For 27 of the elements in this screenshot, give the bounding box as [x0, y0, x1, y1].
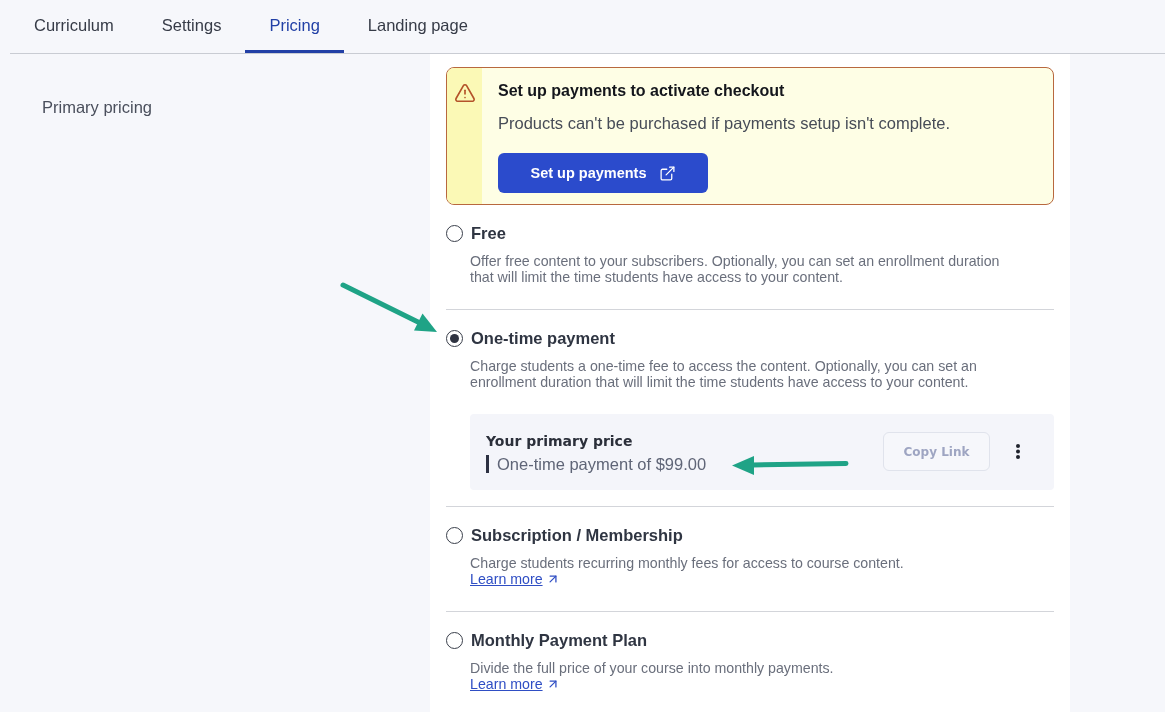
option-description: Offer free content to your subscribers. Optionally, you can set an enrollment duration that will limit the time students have access to your content.: [470, 253, 1001, 285]
section-label: Primary pricing: [42, 98, 153, 116]
radio-button[interactable]: [446, 329, 463, 347]
option-description: Charge students a one-time fee to access the content. Optionally, you can set an enrollment duration that will limit the time students have access to your content.: [470, 358, 978, 390]
option-label: Monthly Payment Plan: [471, 630, 648, 651]
option-description: Divide the full price of your course into monthly payments.: [470, 660, 834, 676]
radio-button[interactable]: [446, 224, 463, 242]
option-description: Charge students recurring monthly fees for access to course content.: [470, 555, 904, 571]
tab[interactable]: Settings: [137, 0, 246, 53]
radio-button[interactable]: [446, 526, 463, 544]
option-label: Subscription / Membership: [471, 525, 683, 546]
warning-icon: [453, 82, 476, 104]
external-link-icon: [658, 164, 676, 182]
radio-button[interactable]: [446, 631, 463, 649]
tab[interactable]: Curriculum: [10, 0, 138, 53]
option-label: Free: [471, 223, 506, 244]
price-summary: One-time payment of $99.00: [486, 455, 707, 473]
price-title: Your primary price: [486, 432, 633, 451]
alert-message: Products can't be purchased if payments setup isn't complete.: [498, 113, 951, 133]
learn-more-link[interactable]: Learn more: [470, 571, 560, 587]
alert-title: Set up payments to activate checkout: [498, 81, 785, 101]
set-up-payments-button[interactable]: Set up payments: [498, 153, 708, 193]
learn-more-link[interactable]: Learn more: [470, 676, 560, 692]
kebab-icon: [1016, 444, 1020, 459]
tab[interactable]: Landing page: [343, 0, 492, 53]
tab[interactable]: Pricing: [245, 0, 344, 53]
option-label: One-time payment: [471, 328, 615, 349]
